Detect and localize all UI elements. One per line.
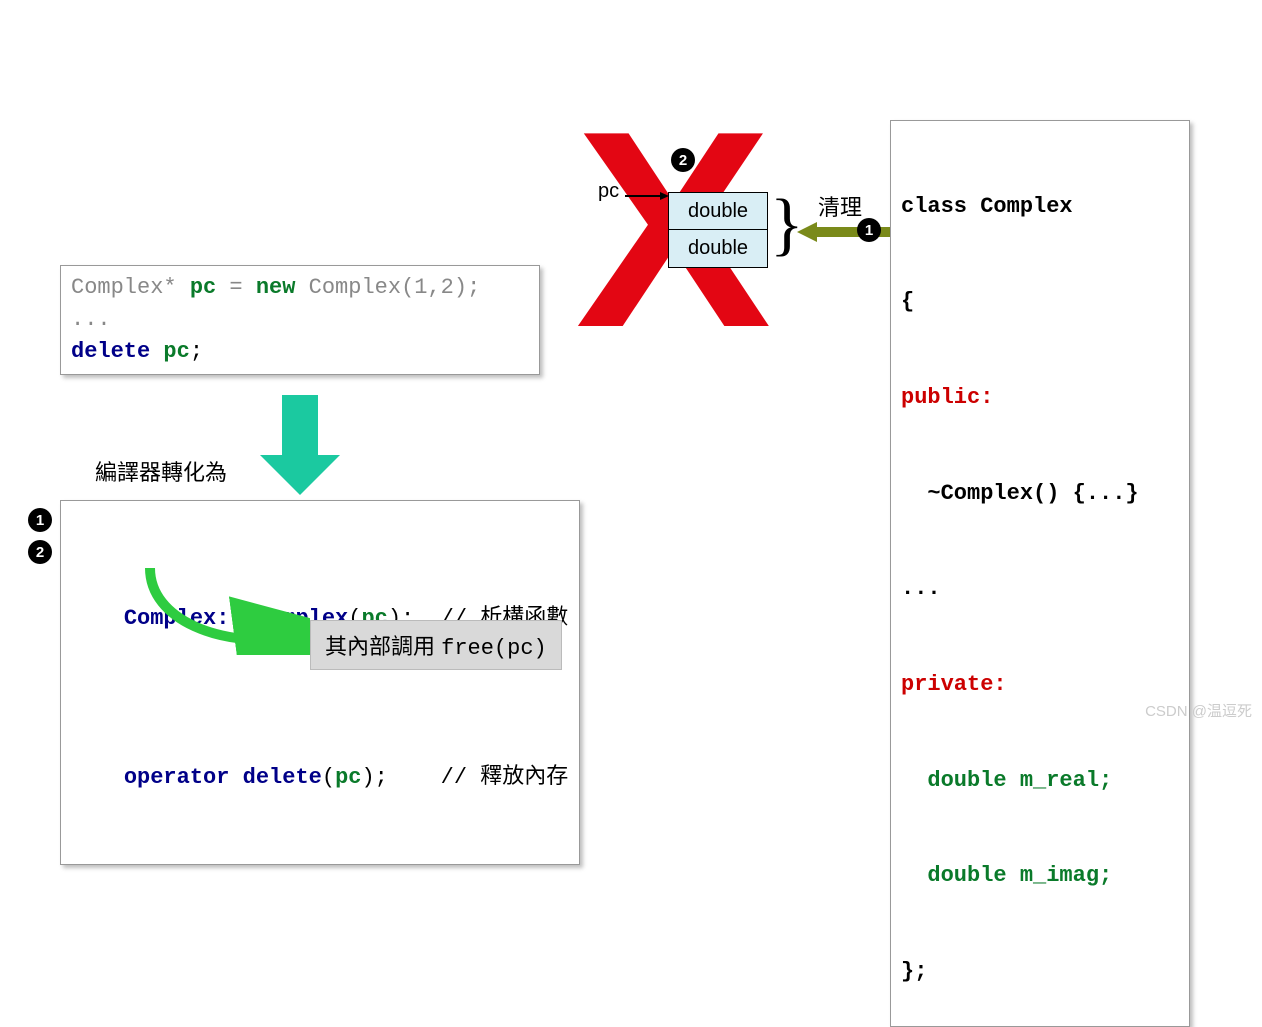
badge-two-x: 2 — [671, 148, 695, 172]
text: pc — [150, 339, 190, 364]
text: public: — [901, 382, 1179, 414]
text: double m_imag; — [901, 860, 1179, 892]
badge-two: 2 — [28, 540, 52, 564]
keyword-new: new — [256, 275, 296, 300]
text: Complex* — [71, 275, 190, 300]
text: class Complex — [901, 191, 1179, 223]
code-snippet-delete: Complex* pc = new Complex(1,2); ... dele… — [60, 265, 540, 375]
text: double m_real; — [901, 765, 1179, 797]
keyword-delete: delete — [71, 339, 150, 364]
cleanup-label: 清理 — [818, 190, 862, 222]
text: = — [216, 275, 256, 300]
text: 其內部調用 — [325, 634, 441, 659]
text: ); — [361, 765, 387, 790]
pc-label: pc — [598, 180, 619, 203]
text: ( — [322, 765, 335, 790]
text: free(pc) — [441, 636, 547, 661]
text: }; — [901, 956, 1179, 988]
text: ... — [71, 304, 529, 336]
watermark: CSDN @温逗死 — [1145, 700, 1252, 721]
free-call-box: 其內部調用 free(pc) — [310, 620, 562, 670]
curved-arrow-icon — [130, 560, 310, 655]
translate-label: 編譯器轉化為 — [95, 455, 227, 487]
text: private: — [901, 669, 1179, 701]
class-definition-box: class Complex { public: ~Complex() {...}… — [890, 120, 1190, 1027]
memory-cell: double — [668, 192, 768, 230]
pointer-arrow-icon — [625, 190, 670, 202]
text: ; — [190, 339, 203, 364]
text: ... — [901, 573, 1179, 605]
text: pc — [335, 765, 361, 790]
badge-one: 1 — [28, 508, 52, 532]
comment: // 釋放內存 — [388, 765, 568, 790]
text: operator — [124, 765, 230, 790]
text: { — [901, 286, 1179, 318]
memory-cells: double double — [668, 192, 768, 268]
memory-cell: double — [668, 230, 768, 268]
text: Complex(1,2); — [295, 275, 480, 300]
badge-one-arrow: 1 — [857, 218, 881, 242]
text: ~Complex() {...} — [901, 478, 1179, 510]
text: delete — [229, 765, 321, 790]
code-snippet-translated: Complex::~Complex(pc); // 析構函數 operator … — [60, 500, 580, 865]
text: pc — [190, 275, 216, 300]
